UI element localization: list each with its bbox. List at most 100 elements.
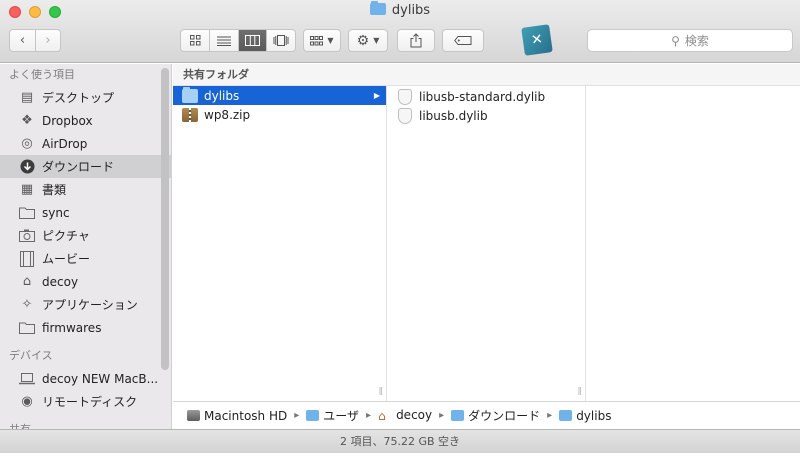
sidebar-item-desktop[interactable]: ▤ デスクトップ [0,86,171,109]
icon-view-button[interactable] [181,30,209,51]
sidebar-item-pictures[interactable]: ピクチャ [0,224,171,247]
dylib-file-icon [398,107,412,124]
dropbox-icon: ❖ [21,113,33,128]
file-name: libusb-standard.dylib [419,89,546,104]
folder-icon [18,204,36,222]
camera-icon [18,227,36,245]
arrange-icon [310,35,324,45]
search-placeholder: 検索 [684,34,709,48]
app-shortcut-icon[interactable]: ✕ [521,24,553,56]
desktop-icon: ▤ [20,90,34,105]
sidebar-item-label: リモートディスク [42,395,138,409]
sidebar-item-sync[interactable]: sync [0,201,171,224]
sidebar-header-devices: デバイス [9,349,53,362]
path-item-decoy[interactable]: ⌂ decoy [378,408,432,423]
sidebar: よく使う項目 ▤ デスクトップ ❖ Dropbox ◎ AirDrop ダウンロ… [0,64,172,429]
sidebar-item-label: ムービー [42,252,91,266]
path-label: ユーザ [323,409,360,423]
column-2: libusb-standard.dylib libusb.dylib || [387,86,586,401]
home-icon: ⌂ [378,409,386,423]
icon-grid-icon [189,35,201,46]
sidebar-item-applications[interactable]: ✧ アプリケーション [0,293,171,316]
window-title: dylibs [0,1,800,18]
column-view-button[interactable] [237,30,267,51]
sidebar-item-label: Dropbox [42,113,93,128]
back-button[interactable]: ‹ [10,30,35,51]
film-icon [18,250,36,268]
path-item-macintosh-hd[interactable]: Macintosh HD [187,409,287,423]
sidebar-scrollbar[interactable] [161,68,169,370]
column-resize-handle[interactable]: || [578,386,583,395]
path-label: ダウンロード [468,409,541,423]
tag-icon [454,36,472,45]
dylib-file-icon [398,88,412,105]
share-button[interactable] [397,29,435,52]
path-separator-icon: ▸ [366,410,372,421]
sidebar-item-label: 書類 [42,183,67,197]
sidebar-header-favorites: よく使う項目 [9,68,75,81]
path-separator-icon: ▸ [439,410,445,421]
finder-window: dylibs ‹ › ▼ ⚙ ▼ ✕ ⚲ 検索 よく使う項目 ▤ デスクトップ … [0,0,800,453]
sidebar-item-label: sync [42,205,70,220]
column-resize-handle[interactable]: || [379,386,384,395]
chevron-down-icon: ▼ [327,36,334,45]
disclosure-arrow-icon: ▶ [373,91,380,100]
tags-button[interactable] [442,29,484,52]
download-icon [18,158,36,176]
path-item-downloads[interactable]: ダウンロード [451,407,540,424]
file-name: dylibs [204,88,240,103]
arrange-button[interactable]: ▼ [303,29,341,52]
search-field[interactable]: ⚲ 検索 [587,29,793,52]
toolbar: dylibs ‹ › ▼ ⚙ ▼ ✕ ⚲ 検索 [0,0,800,63]
column-browser: 共有フォルダ dylibs ▶ wp8.zip || libusb-standa… [173,64,800,429]
file-row-libusb[interactable]: libusb.dylib [387,106,585,125]
file-name: libusb.dylib [419,108,488,123]
sidebar-item-airdrop[interactable]: ◎ AirDrop [0,132,171,155]
documents-icon: ▦ [20,182,34,197]
list-icon [217,36,232,46]
chevron-right-icon: › [45,33,51,48]
sidebar-item-macbook[interactable]: decoy NEW MacB... [0,367,171,390]
path-separator-icon: ▸ [294,410,300,421]
folder-icon [369,1,386,15]
sidebar-item-label: decoy [42,274,79,289]
search-icon: ⚲ [671,33,680,48]
folder-icon [559,409,573,421]
path-item-users[interactable]: ユーザ [306,407,359,424]
cover-flow-icon [273,35,289,46]
back-forward-group: ‹ › [9,29,61,52]
file-row-dylibs[interactable]: dylibs ▶ [173,86,386,105]
sidebar-item-firmwares[interactable]: firmwares [0,316,171,339]
sidebar-item-label: デスクトップ [42,91,115,105]
sidebar-item-remote-disc[interactable]: ◉ リモートディスク [0,390,171,413]
forward-button[interactable]: › [34,30,60,51]
file-row-libusb-standard[interactable]: libusb-standard.dylib [387,87,585,106]
column-3 [586,86,800,401]
sidebar-item-home[interactable]: ⌂ decoy [0,270,171,293]
view-mode-group [180,29,296,52]
folder-icon [451,410,465,421]
column-1: dylibs ▶ wp8.zip || [173,86,387,401]
path-item-dylibs[interactable]: dylibs [559,409,611,423]
sidebar-item-label: ダウンロード [42,160,115,174]
sidebar-item-movies[interactable]: ムービー [0,247,171,270]
sidebar-item-dropbox[interactable]: ❖ Dropbox [0,109,171,132]
chevron-down-icon: ▼ [373,36,380,45]
zip-archive-icon [182,107,198,122]
file-name: wp8.zip [204,107,251,122]
sidebar-item-label: アプリケーション [42,298,138,312]
sidebar-item-downloads[interactable]: ダウンロード [0,155,171,178]
share-icon [410,33,422,48]
folder-icon [18,319,36,337]
sidebar-item-label: ピクチャ [42,229,90,243]
sidebar-item-label: AirDrop [42,136,88,151]
sidebar-item-documents[interactable]: ▦ 書類 [0,178,171,201]
folder-icon [306,410,320,421]
cover-flow-view-button[interactable] [266,30,295,51]
path-label: dylibs [576,408,612,423]
list-view-button[interactable] [209,30,238,51]
action-button[interactable]: ⚙ ▼ [348,29,388,52]
shared-folder-header: 共有フォルダ [173,64,800,86]
file-row-wp8-zip[interactable]: wp8.zip [173,105,386,124]
laptop-icon [18,370,36,388]
